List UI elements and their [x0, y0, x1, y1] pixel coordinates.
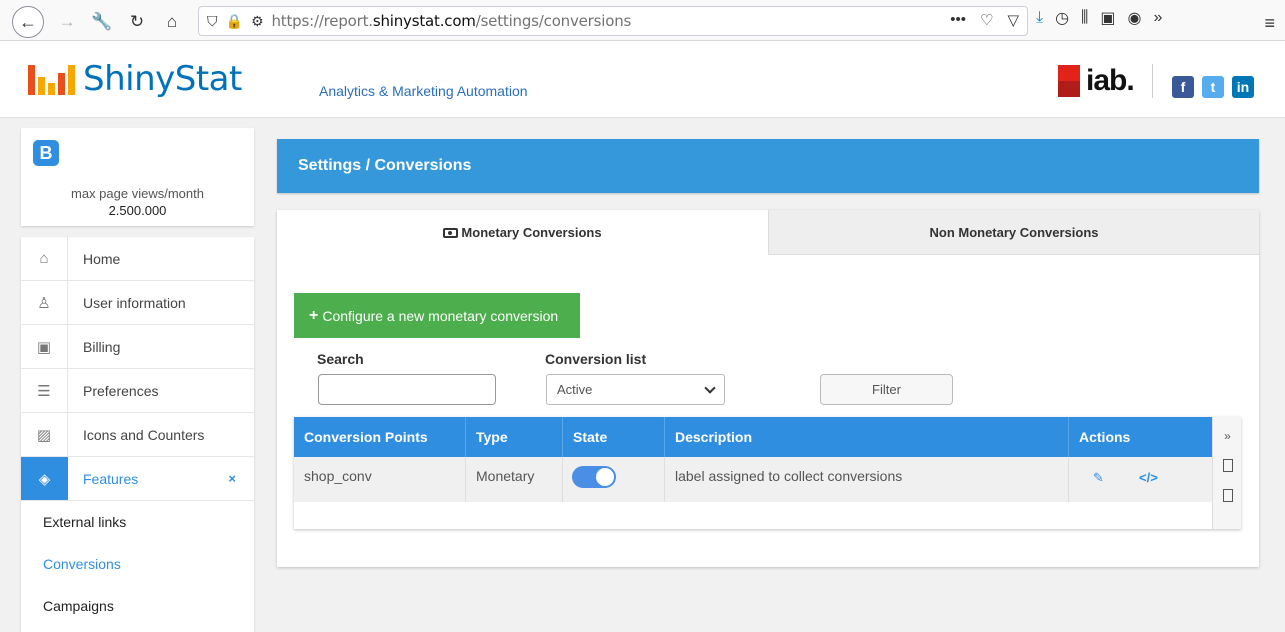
user-icon: ♙: [21, 281, 68, 324]
iab-logo[interactable]: iab.: [1058, 64, 1153, 98]
iab-mark-icon: [1058, 65, 1080, 97]
money-icon: ▣: [21, 325, 68, 368]
conversion-list-select[interactable]: Active: [546, 374, 725, 405]
more-icon[interactable]: •••: [950, 11, 966, 29]
sidebar-item-home[interactable]: ⌂ Home: [21, 237, 254, 281]
table-tools: »: [1212, 417, 1241, 529]
pdf-export-icon[interactable]: [1213, 459, 1242, 475]
col-type[interactable]: Type: [466, 417, 563, 457]
sidebar-item-preferences[interactable]: ☰ Preferences: [21, 369, 254, 413]
page-title: Settings / Conversions: [277, 139, 1259, 193]
history-icon[interactable]: ◷: [1055, 8, 1069, 28]
back-button[interactable]: ←: [12, 6, 44, 38]
col-conversion-points[interactable]: Conversion Points: [294, 417, 466, 457]
sidebar-subitem-external-links[interactable]: External links: [21, 501, 254, 543]
social-links: f t in: [1172, 76, 1254, 98]
twitter-icon[interactable]: t: [1202, 76, 1224, 98]
table-row: shop_conv Monetary label assigned to col…: [294, 457, 1212, 502]
sidebar-item-icons-and-counters[interactable]: ▨ Icons and Counters: [21, 413, 254, 457]
shinystat-logo[interactable]: ShinyStat: [28, 59, 242, 99]
cell-state: [563, 457, 665, 502]
chevron-down-icon: [704, 382, 716, 394]
tab-monetary-conversions[interactable]: Monetary Conversions: [277, 210, 768, 255]
plan-label: max page views/month: [71, 186, 204, 201]
cell-description: label assigned to collect conversions: [665, 457, 1069, 502]
layers-icon: ◈: [21, 457, 68, 500]
hamburger-menu-icon[interactable]: ≡: [1264, 8, 1275, 38]
conversion-tabs: Monetary Conversions Non Monetary Conver…: [277, 210, 1259, 255]
forward-button[interactable]: →: [56, 7, 78, 37]
bulb-icon[interactable]: ♡: [980, 11, 993, 29]
search-label: Search: [317, 351, 364, 367]
state-toggle[interactable]: [572, 466, 616, 488]
library-icon[interactable]: ⫼: [1081, 9, 1088, 27]
excel-export-icon[interactable]: [1213, 489, 1242, 505]
plan-value: 2.500.000: [108, 203, 167, 218]
expand-icon[interactable]: »: [1213, 429, 1242, 443]
facebook-icon[interactable]: f: [1172, 76, 1194, 98]
edit-icon[interactable]: ✎: [1093, 470, 1104, 486]
sidebar-item-user-information[interactable]: ♙ User information: [21, 281, 254, 325]
table-header: Conversion Points Type State Description…: [294, 417, 1212, 457]
col-state[interactable]: State: [563, 417, 665, 457]
image-icon: ▨: [21, 413, 68, 456]
tab-non-monetary-conversions[interactable]: Non Monetary Conversions: [768, 210, 1259, 255]
cash-icon: [443, 227, 459, 238]
sidebar-menu: ⌂ Home ♙ User information ▣ Billing ☰ Pr…: [21, 237, 254, 632]
lock-icon[interactable]: 🔒: [226, 13, 243, 30]
home-button[interactable]: ⌂: [160, 7, 184, 37]
brand-name: ShinyStat: [83, 59, 242, 99]
home-icon: ⌂: [21, 237, 68, 280]
overflow-icon[interactable]: »: [1154, 9, 1163, 27]
collapse-close-icon[interactable]: ×: [228, 471, 236, 486]
sidebar-subitem-campaigns[interactable]: Campaigns: [21, 585, 254, 627]
cell-actions: ✎ </>: [1069, 457, 1212, 502]
search-input[interactable]: [318, 374, 496, 405]
permissions-icon[interactable]: ⚙: [251, 13, 264, 30]
conversion-list-label: Conversion list: [545, 351, 647, 367]
shield-icon[interactable]: ⛉: [207, 13, 218, 30]
linkedin-icon[interactable]: in: [1232, 76, 1254, 98]
plan-badge: B: [33, 140, 59, 166]
wrench-icon[interactable]: 🔧: [90, 7, 114, 37]
reload-button[interactable]: ↻: [125, 7, 149, 37]
code-icon[interactable]: </>: [1139, 470, 1158, 485]
sidebar-subitem-conversions[interactable]: Conversions: [21, 543, 254, 585]
tagline: Analytics & Marketing Automation: [319, 83, 528, 99]
col-description[interactable]: Description: [665, 417, 1069, 457]
address-bar[interactable]: ⛉ 🔒 ⚙ https://report.shinystat.com/setti…: [198, 6, 1028, 36]
sliders-icon: ☰: [21, 369, 68, 412]
sidebar-item-billing[interactable]: ▣ Billing: [21, 325, 254, 369]
conversions-panel: Monetary Conversions Non Monetary Conver…: [277, 210, 1259, 567]
conversions-table: Conversion Points Type State Description…: [294, 417, 1241, 529]
configure-new-conversion-button[interactable]: + Configure a new monetary conversion: [294, 293, 580, 338]
cell-type: Monetary: [466, 457, 563, 502]
logo-bars-icon: [28, 65, 75, 95]
url-text[interactable]: https://report.shinystat.com/settings/co…: [272, 12, 632, 30]
filter-button[interactable]: Filter: [820, 374, 953, 405]
pocket-icon[interactable]: ▽: [1007, 11, 1019, 29]
browser-toolbar: ← → 🔧 ↻ ⌂ ⛉ 🔒 ⚙ https://report.shinystat…: [0, 0, 1285, 41]
cell-conversion-point: shop_conv: [294, 457, 466, 502]
download-icon[interactable]: ⤓: [1036, 9, 1043, 27]
site-header: ShinyStat Analytics & Marketing Automati…: [0, 41, 1285, 118]
col-actions: Actions: [1079, 429, 1131, 445]
plan-box: B max page views/month 2.500.000: [21, 128, 254, 226]
plus-icon: +: [309, 306, 319, 324]
account-icon[interactable]: ◉: [1128, 8, 1142, 28]
sidebar-item-features[interactable]: ◈ Features ×: [21, 457, 254, 501]
sidebar-icon[interactable]: ▣: [1100, 8, 1115, 28]
